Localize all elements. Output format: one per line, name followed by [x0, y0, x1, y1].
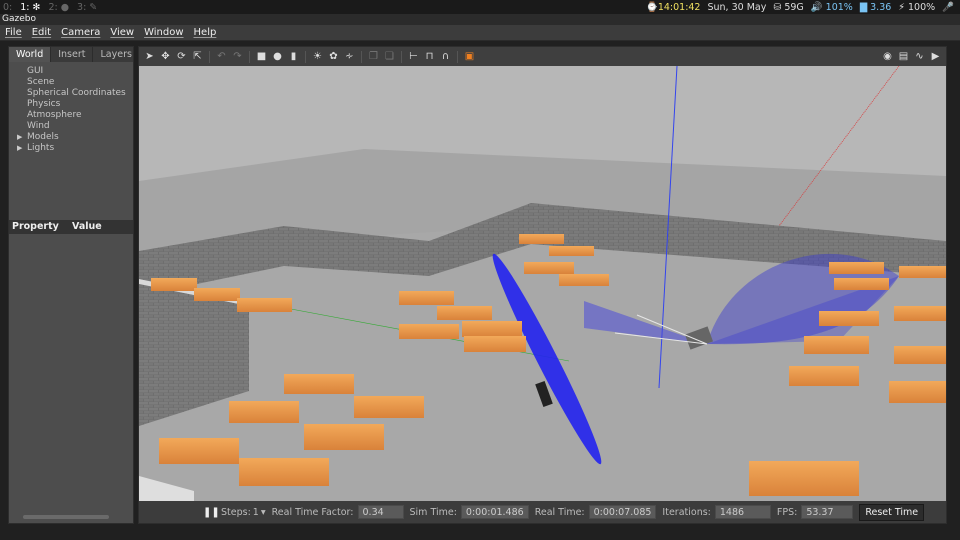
battery: ⚡ 100% [898, 1, 936, 13]
iterations-label: Iterations: [662, 506, 711, 518]
tree-item-models[interactable]: ▶ Models [9, 132, 133, 143]
toolbar-separator [209, 50, 210, 63]
system-topbar: 0: 1: ✻ 2: ● 3: ✎ ⌚14:01:42 Sun, 30 May … [0, 0, 960, 14]
toolbar-separator [305, 50, 306, 63]
left-panel: World Insert Layers GUI Scene Spherical … [8, 46, 140, 524]
sphere-icon[interactable]: ● [271, 50, 284, 63]
steps-value[interactable]: 1 [253, 507, 259, 518]
plot-icon[interactable]: ∿ [913, 50, 926, 63]
volume: 🔊 101% [810, 1, 853, 13]
expand-arrow-icon[interactable]: ▶ [17, 132, 22, 143]
toolbar-separator [401, 50, 402, 63]
tree-item-scene[interactable]: Scene [9, 77, 133, 88]
workspace-0[interactable]: 0: [3, 2, 12, 13]
spot-light-icon[interactable]: ✿ [327, 50, 340, 63]
render-area: ➤ ✥ ⟳ ⇱ ↶ ↷ ■ ● ▮ ☀ ✿ ∻ ❐ ❏ ⊢ ⊓ ∩ ▣ ◉ ▤ … [138, 46, 947, 524]
tree-item-spherical-coordinates[interactable]: Spherical Coordinates [9, 88, 133, 99]
log-icon[interactable]: ▤ [897, 50, 910, 63]
magnet-icon[interactable]: ∩ [439, 50, 452, 63]
expand-arrow-icon[interactable]: ▶ [17, 143, 22, 154]
rtf-label: Real Time Factor: [271, 506, 354, 518]
screenshot-icon[interactable]: ◉ [881, 50, 894, 63]
property-column-header: Property [12, 221, 59, 232]
panel-tabs: World Insert Layers [9, 47, 140, 62]
menu-file[interactable]: File [0, 27, 27, 38]
translate-icon[interactable]: ✥ [159, 50, 172, 63]
real-time-value: 0:00:07.085 [588, 505, 657, 519]
simulation-bar: ❚❚ Steps: 1 ▾ Real Time Factor: 0.34 Sim… [139, 501, 946, 523]
tree-item-label: Lights [27, 143, 55, 153]
horizontal-scrollbar[interactable] [23, 515, 109, 519]
menu-camera[interactable]: Camera [56, 27, 105, 38]
reset-time-button[interactable]: Reset Time [859, 503, 925, 521]
toolbar-separator [361, 50, 362, 63]
menu-view[interactable]: View [105, 27, 139, 38]
real-time-label: Real Time: [534, 506, 585, 518]
workspace-2[interactable]: 2: ● [48, 2, 69, 13]
date: Sun, 30 May [707, 1, 767, 13]
rotate-icon[interactable]: ⟳ [175, 50, 188, 63]
value-column-header: Value [72, 221, 102, 232]
fps-label: FPS: [776, 506, 798, 518]
tree-item-wind[interactable]: Wind [9, 121, 133, 132]
status-area: ⌚14:01:42 Sun, 30 May ⛁ 59G 🔊 101% ▇ 3.3… [646, 2, 960, 13]
tree-item-label: GUI [27, 66, 44, 76]
select-arrow-icon[interactable]: ➤ [143, 50, 156, 63]
iterations-value: 1486 [714, 505, 771, 519]
window-title: Gazebo [0, 14, 960, 25]
tree-item-lights[interactable]: ▶ Lights [9, 143, 133, 154]
menu-bar: File Edit Camera View Window Help [0, 25, 960, 41]
sim-time-label: Sim Time: [409, 506, 457, 518]
workspace-1[interactable]: 1: ✻ [20, 2, 40, 13]
disk-usage: ⛁ 59G [773, 1, 804, 13]
mic-icon: 🎤 [942, 1, 954, 13]
tree-item-label: Models [27, 132, 59, 142]
menu-edit[interactable]: Edit [27, 27, 56, 38]
sim-time-value: 0:00:01.486 [460, 505, 529, 519]
workspace-list: 0: 1: ✻ 2: ● 3: ✎ [0, 2, 97, 13]
copy-icon[interactable]: ❐ [367, 50, 380, 63]
tree-item-label: Wind [27, 121, 50, 131]
video-icon[interactable]: ▶ [929, 50, 942, 63]
directional-light-icon[interactable]: ∻ [343, 50, 356, 63]
redo-icon[interactable]: ↷ [231, 50, 244, 63]
fps-value: 53.37 [801, 505, 854, 519]
snap-icon[interactable]: ⊓ [423, 50, 436, 63]
rtf-value: 0.34 [357, 505, 404, 519]
undo-icon[interactable]: ↶ [215, 50, 228, 63]
point-light-icon[interactable]: ☀ [311, 50, 324, 63]
tree-item-atmosphere[interactable]: Atmosphere [9, 110, 133, 121]
tree-item-label: Spherical Coordinates [27, 88, 126, 98]
align-icon[interactable]: ⊢ [407, 50, 420, 63]
tab-insert[interactable]: Insert [51, 47, 94, 62]
toolbar-right: ◉ ▤ ∿ ▶ [881, 47, 942, 66]
tree-item-label: Scene [27, 77, 55, 87]
tree-item-label: Atmosphere [27, 110, 82, 120]
steps-dropdown-icon[interactable]: ▾ [261, 507, 266, 518]
cylinder-icon[interactable]: ▮ [287, 50, 300, 63]
tab-layers[interactable]: Layers [93, 47, 140, 62]
pause-icon[interactable]: ❚❚ [203, 507, 220, 518]
steps-label: Steps: [221, 506, 251, 518]
menu-help[interactable]: Help [189, 27, 222, 38]
tab-world[interactable]: World [9, 47, 52, 62]
scale-icon[interactable]: ⇱ [191, 50, 204, 63]
property-header: Property Value [9, 220, 133, 234]
view-angle-icon[interactable]: ▣ [463, 50, 476, 63]
world-tree: GUI Scene Spherical Coordinates Physics … [9, 62, 133, 154]
toolbar-separator [249, 50, 250, 63]
clock: ⌚14:01:42 [645, 1, 701, 13]
tree-item-gui[interactable]: GUI [9, 66, 133, 77]
cpu-load: ▇ 3.36 [859, 1, 892, 13]
paste-icon[interactable]: ❏ [383, 50, 396, 63]
tree-item-label: Physics [27, 99, 61, 109]
scene-toolbar: ➤ ✥ ⟳ ⇱ ↶ ↷ ■ ● ▮ ☀ ✿ ∻ ❐ ❏ ⊢ ⊓ ∩ ▣ ◉ ▤ … [139, 47, 946, 66]
workspace-3[interactable]: 3: ✎ [77, 2, 97, 13]
box-icon[interactable]: ■ [255, 50, 268, 63]
scene-render [139, 66, 946, 501]
3d-scene[interactable] [139, 66, 946, 501]
toolbar-separator [457, 50, 458, 63]
menu-window[interactable]: Window [139, 27, 188, 38]
tree-item-physics[interactable]: Physics [9, 99, 133, 110]
